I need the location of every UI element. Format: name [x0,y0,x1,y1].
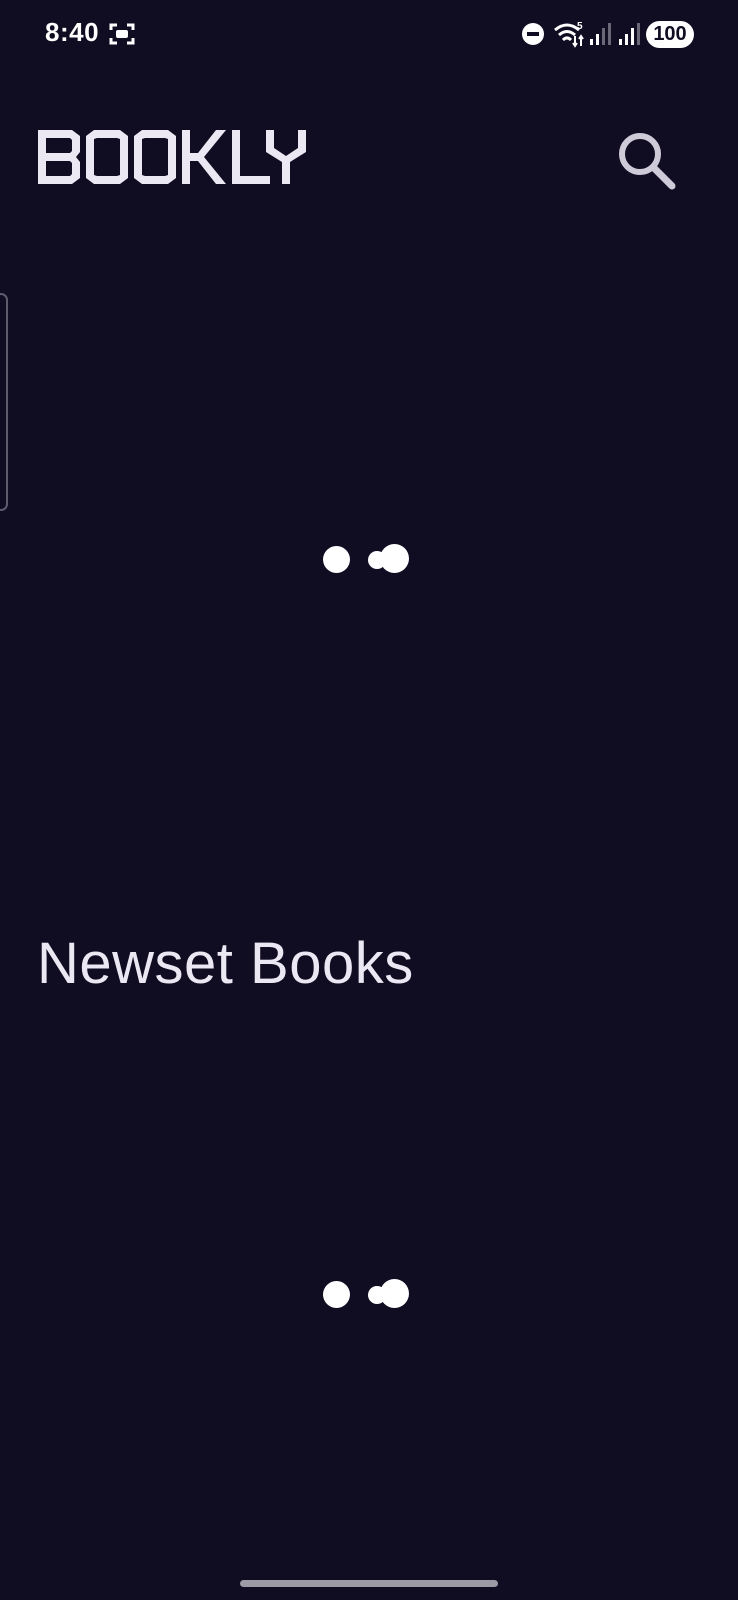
loading-indicator [318,540,418,580]
loading-indicator [318,1275,418,1315]
battery-indicator: 100 [646,21,694,48]
search-button[interactable] [614,128,680,194]
search-icon [614,133,680,198]
loading-dot [380,1279,409,1308]
svg-text:5: 5 [577,21,583,32]
loading-dot [323,546,350,573]
loading-dot [323,1281,350,1308]
do-not-disturb-icon [521,22,545,51]
drawer-handle[interactable] [0,293,8,511]
newest-books-title: Newset Books [37,931,414,996]
app-logo [38,130,306,191]
home-indicator[interactable] [240,1580,498,1587]
screenshot-icon [109,22,135,51]
status-bar: 8:40 5 100 [0,0,738,70]
signal-icon [589,22,613,51]
status-time: 8:40 [45,17,100,47]
loading-dot [380,544,409,573]
app-header [0,120,738,200]
wifi-icon: 5 [553,20,587,53]
signal-icon [618,22,642,51]
